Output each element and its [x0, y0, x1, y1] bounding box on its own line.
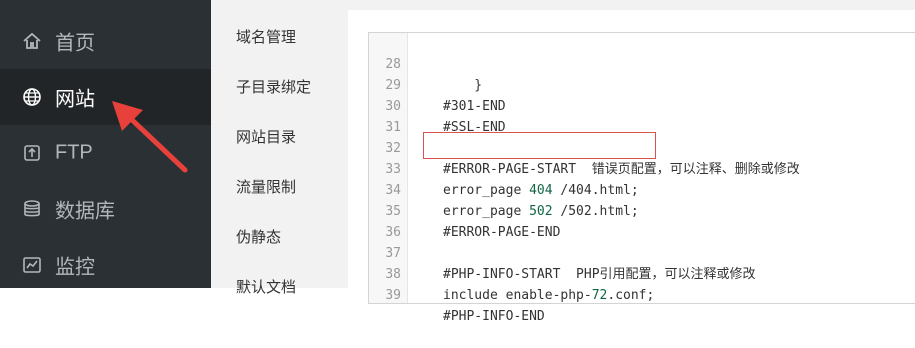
code-text: #PHP-INFO-END	[443, 309, 545, 324]
code-line: 28 }	[369, 33, 915, 93]
nav-label-home: 首页	[55, 30, 95, 55]
nav-item-database[interactable]: 数据库	[0, 181, 211, 237]
site-settings-submenu: 域名管理 子目录绑定 网站目录 流量限制 伪静态 默认文档	[211, 0, 348, 296]
error-page-404-highlight	[423, 132, 656, 159]
submenu-item-traffic-limit[interactable]: 流量限制	[236, 176, 296, 197]
submenu-item-site-directory[interactable]: 网站目录	[236, 126, 296, 147]
submenu-item-rewrite[interactable]: 伪静态	[236, 226, 281, 247]
line-number: 39	[385, 288, 401, 303]
nav-item-monitor[interactable]: 监控	[0, 237, 211, 293]
code-line: 30 #SSL-END	[369, 75, 915, 135]
code-line: 31	[369, 96, 915, 135]
code-line: 29 #301-END	[369, 54, 915, 114]
ftp-icon	[22, 143, 42, 163]
code-text: include enable-php-72.conf;	[443, 288, 655, 303]
config-code-editor[interactable]: 28 } 29 #301-END 30 #SSL-END 31 32 #ERRO…	[368, 32, 915, 324]
code-line: 37 #PHP-INFO-START PHP引用配置，可以注释或修改	[369, 222, 915, 282]
code-line: 35 #ERROR-PAGE-END	[369, 180, 915, 240]
home-icon	[22, 31, 42, 51]
submenu-item-subdirectory[interactable]: 子目录绑定	[236, 76, 311, 97]
database-icon	[22, 199, 42, 219]
nav-item-ftp[interactable]: FTP	[0, 125, 211, 181]
globe-icon	[22, 87, 42, 107]
code-line: 34 error_page 502 /502.html;	[369, 159, 915, 219]
nav-label-ftp: FTP	[55, 141, 93, 164]
monitor-icon	[22, 255, 42, 275]
panel-top-strip	[348, 0, 915, 10]
submenu-item-default-document[interactable]: 默认文档	[236, 276, 296, 297]
nav-label-database: 数据库	[55, 198, 115, 223]
nav-item-website[interactable]: 网站	[0, 69, 211, 125]
code-line: 36	[369, 201, 915, 240]
code-line: 39 #PHP-INFO-END	[369, 264, 915, 324]
code-line: 38 include enable-php-72.conf;	[369, 243, 915, 303]
nav-label-website: 网站	[55, 86, 95, 111]
sidebar: 首页 网站 FTP 数据库 监控	[0, 0, 211, 288]
nav-label-monitor: 监控	[55, 254, 95, 279]
submenu-item-domain[interactable]: 域名管理	[236, 26, 296, 47]
nav-item-home[interactable]: 首页	[0, 13, 211, 69]
